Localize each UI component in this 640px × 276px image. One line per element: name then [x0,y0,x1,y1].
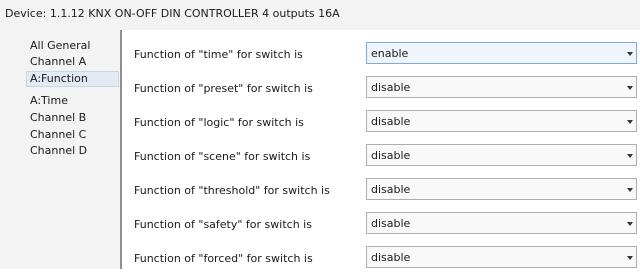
chevron-down-icon [627,256,633,260]
sidebar: All General Channel A A:Function A:Time … [0,30,120,269]
chevron-down-icon [627,120,633,124]
sidebar-item-a-function[interactable]: A:Function [26,71,119,87]
sidebar-item-channel-c[interactable]: Channel C [30,127,116,143]
param-select-logic[interactable]: disable [366,110,637,132]
param-select-threshold[interactable]: disable [366,178,637,200]
title-bar: Device: 1.1.12 KNX ON-OFF DIN CONTROLLER… [0,0,640,30]
param-select-preset[interactable]: disable [366,76,637,98]
sidebar-item-channel-b[interactable]: Channel B [30,110,116,126]
param-value-scene: disable [371,149,411,162]
param-value-preset: disable [371,81,411,94]
param-value-safety: disable [371,217,411,230]
param-select-forced[interactable]: disable [366,246,637,268]
param-label-forced: Function of "forced" for switch is [134,252,313,265]
chevron-down-icon [627,86,633,90]
chevron-down-icon [627,188,633,192]
param-value-forced: disable [371,251,411,264]
param-label-time: Function of "time" for switch is [134,48,303,61]
param-label-safety: Function of "safety" for switch is [134,218,312,231]
chevron-down-icon [627,222,633,226]
param-select-time[interactable]: enable [366,42,637,64]
device-title: Device: 1.1.12 KNX ON-OFF DIN CONTROLLER… [5,7,340,20]
param-select-safety[interactable]: disable [366,212,637,234]
param-row-scene: Function of "scene" for switch is disabl… [122,140,640,174]
param-label-preset: Function of "preset" for switch is [134,82,313,95]
param-row-forced: Function of "forced" for switch is disab… [122,242,640,276]
param-label-logic: Function of "logic" for switch is [134,116,304,129]
param-value-logic: disable [371,115,411,128]
chevron-down-icon [627,154,633,158]
param-row-threshold: Function of "threshold" for switch is di… [122,174,640,208]
chevron-down-icon [627,52,633,56]
sidebar-item-a-time[interactable]: A:Time [30,93,116,109]
parameter-panel: Function of "time" for switch is enable … [122,30,640,269]
param-label-threshold: Function of "threshold" for switch is [134,184,330,197]
param-row-time: Function of "time" for switch is enable [122,38,640,72]
sidebar-item-channel-d[interactable]: Channel D [30,143,116,159]
param-row-safety: Function of "safety" for switch is disab… [122,208,640,242]
param-value-threshold: disable [371,183,411,196]
param-value-time: enable [371,47,409,60]
param-row-logic: Function of "logic" for switch is disabl… [122,106,640,140]
param-row-preset: Function of "preset" for switch is disab… [122,72,640,106]
sidebar-item-all-general[interactable]: All General [30,38,116,54]
param-select-scene[interactable]: disable [366,144,637,166]
sidebar-item-channel-a[interactable]: Channel A [30,54,116,70]
param-label-scene: Function of "scene" for switch is [134,150,311,163]
